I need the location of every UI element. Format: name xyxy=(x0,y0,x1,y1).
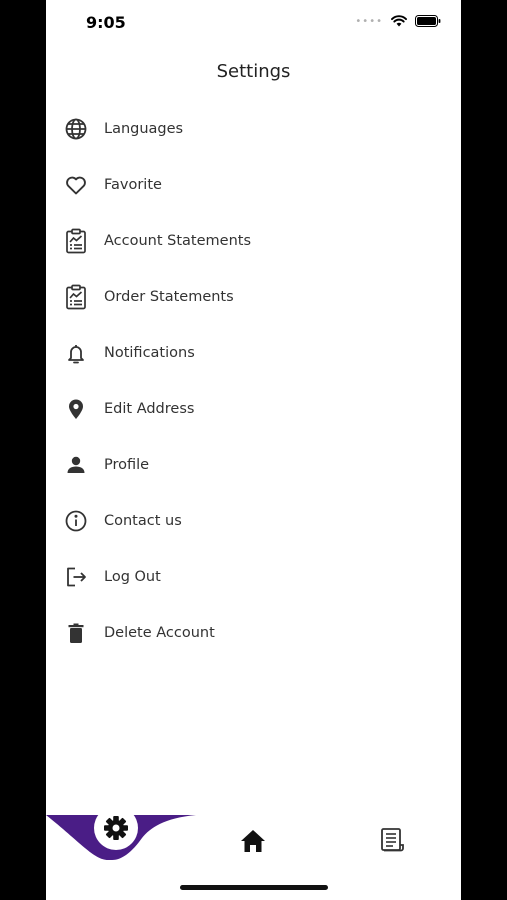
menu-item-label: Languages xyxy=(104,121,184,137)
signal-icon: •••• xyxy=(355,15,383,27)
menu-item-favorite[interactable]: Favorite xyxy=(46,157,461,213)
settings-menu: Languages Favorite Account Statements Or… xyxy=(46,101,461,661)
location-pin-icon xyxy=(62,395,90,423)
menu-item-order-statements[interactable]: Order Statements xyxy=(46,269,461,325)
menu-item-label: Order Statements xyxy=(104,289,234,305)
menu-item-label: Log Out xyxy=(104,569,161,585)
menu-item-notifications[interactable]: Notifications xyxy=(46,325,461,381)
logout-icon xyxy=(62,563,90,591)
home-indicator xyxy=(180,885,328,890)
status-icons: •••• xyxy=(355,15,441,27)
menu-item-edit-address[interactable]: Edit Address xyxy=(46,381,461,437)
page-title: Settings xyxy=(216,61,291,82)
menu-item-label: Account Statements xyxy=(104,233,252,249)
phone-screen: 9:05 •••• Settings Languages Favorite Ac… xyxy=(46,0,461,900)
clipboard-chart-icon xyxy=(62,227,90,255)
globe-icon xyxy=(62,115,90,143)
menu-item-delete-account[interactable]: Delete Account xyxy=(46,605,461,661)
wifi-icon xyxy=(391,15,407,27)
battery-icon xyxy=(415,15,441,27)
menu-item-account-statements[interactable]: Account Statements xyxy=(46,213,461,269)
menu-item-log-out[interactable]: Log Out xyxy=(46,549,461,605)
home-icon[interactable] xyxy=(239,828,267,854)
status-bar: 9:05 •••• xyxy=(46,0,461,46)
menu-item-label: Contact us xyxy=(104,513,182,529)
menu-item-label: Notifications xyxy=(104,345,195,361)
trash-icon xyxy=(62,619,90,647)
menu-item-label: Delete Account xyxy=(104,625,215,641)
menu-item-label: Edit Address xyxy=(104,401,195,417)
menu-item-contact-us[interactable]: Contact us xyxy=(46,493,461,549)
menu-item-profile[interactable]: Profile xyxy=(46,437,461,493)
info-icon xyxy=(62,507,90,535)
menu-item-label: Favorite xyxy=(104,177,162,193)
person-icon xyxy=(62,451,90,479)
bell-icon xyxy=(62,339,90,367)
menu-item-label: Profile xyxy=(104,457,150,473)
heart-icon xyxy=(62,171,90,199)
menu-item-languages[interactable]: Languages xyxy=(46,101,461,157)
news-icon[interactable] xyxy=(378,826,406,854)
status-time: 9:05 xyxy=(86,13,126,32)
clipboard-chart-icon xyxy=(62,283,90,311)
